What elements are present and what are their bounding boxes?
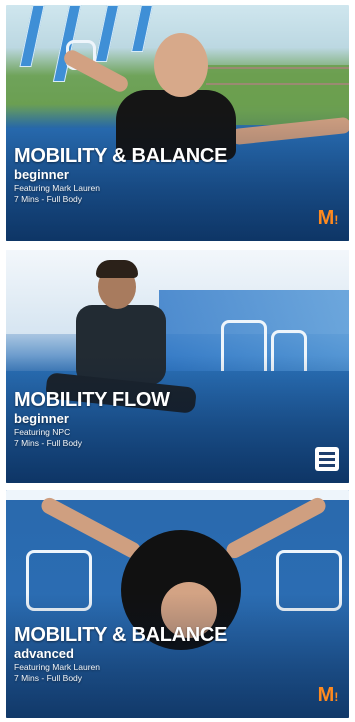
workout-featuring: Featuring Mark Lauren — [14, 183, 100, 193]
flag-badge-icon — [315, 447, 341, 473]
workout-card[interactable]: MOBILITY & BALANCE advanced Featuring Ma… — [6, 490, 349, 718]
trainer-hair — [96, 260, 138, 278]
trainer-head — [154, 33, 208, 97]
workout-featuring: Featuring NPC — [14, 427, 71, 437]
overhead-bar — [6, 490, 349, 500]
workout-details: 7 Mins - Full Body — [14, 438, 83, 448]
workout-info: MOBILITY & BALANCE beginner Featuring Ma… — [14, 145, 227, 205]
mark-lauren-logo-icon: M! — [317, 207, 339, 229]
fence-background — [206, 67, 349, 85]
workout-title: MOBILITY & BALANCE — [14, 624, 228, 646]
workout-featuring: Featuring Mark Lauren — [14, 662, 100, 672]
workout-info: MOBILITY FLOW beginner Featuring NPC 7 M… — [14, 389, 170, 449]
workout-card[interactable]: MOBILITY FLOW beginner Featuring NPC 7 M… — [6, 250, 349, 483]
workout-level: beginner — [14, 167, 69, 182]
workout-title: MOBILITY FLOW — [14, 389, 170, 411]
workout-details: 7 Mins - Full Body — [14, 194, 83, 204]
workout-title: MOBILITY & BALANCE — [14, 145, 228, 167]
workout-level: advanced — [14, 646, 74, 661]
workout-level: beginner — [14, 411, 69, 426]
workout-info: MOBILITY & BALANCE advanced Featuring Ma… — [14, 624, 227, 684]
workout-details: 7 Mins - Full Body — [14, 673, 83, 683]
workout-card[interactable]: MOBILITY & BALANCE beginner Featuring Ma… — [6, 5, 349, 241]
mark-lauren-logo-icon: M! — [317, 684, 339, 706]
